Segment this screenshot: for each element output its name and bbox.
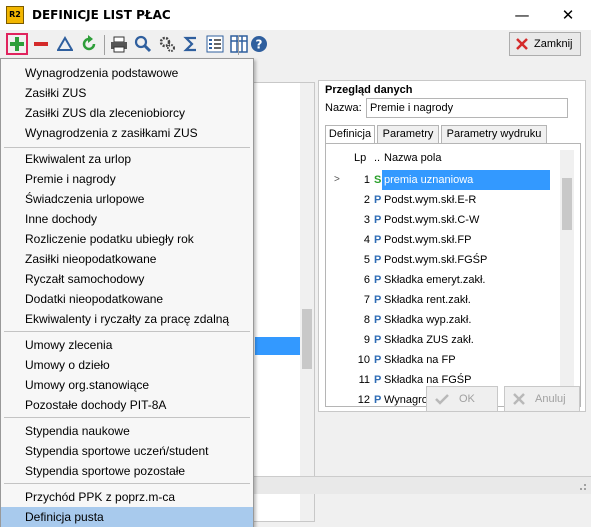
table-row[interactable]: 9 P Składka ZUS zakł.: [332, 330, 560, 350]
close-icon: [516, 38, 528, 50]
table-row[interactable]: > 1 S premia uznaniowa: [332, 170, 560, 190]
current-row-icon: >: [334, 174, 340, 185]
data-review-panel: Przegląd danych Nazwa: Premie i nagrody …: [318, 80, 586, 412]
table-row[interactable]: 4 P Podst.wym.skł.FP: [332, 230, 560, 250]
print-button[interactable]: [108, 33, 130, 55]
window-title: DEFINICJE LIST PŁAC: [32, 8, 171, 22]
list-scrollbar[interactable]: [300, 83, 314, 521]
menu-separator: [4, 331, 250, 332]
edit-button[interactable]: [54, 33, 76, 55]
menu-item[interactable]: Premie i nagrody: [1, 169, 253, 189]
menu-item[interactable]: Umowy o dzieło: [1, 355, 253, 375]
refresh-icon: [82, 35, 96, 51]
add-button[interactable]: [6, 33, 28, 55]
close-button-label: Zamknij: [534, 38, 573, 50]
menu-item[interactable]: Stypendia naukowe: [1, 421, 253, 441]
menu-separator: [4, 417, 250, 418]
ok-button-label: OK: [459, 393, 475, 405]
delete-button[interactable]: [30, 33, 52, 55]
resize-grip-icon: [580, 484, 586, 490]
columns-button[interactable]: [228, 33, 250, 55]
table-row[interactable]: 2 P Podst.wym.skł.E-R: [332, 190, 560, 210]
scrollbar-thumb[interactable]: [562, 178, 572, 230]
table-row[interactable]: 6 P Składka emeryt.zakł.: [332, 270, 560, 290]
menu-item[interactable]: Świadczenia urlopowe: [1, 189, 253, 209]
menu-item[interactable]: Pozostałe dochody PIT-8A: [1, 395, 253, 415]
svg-text:?: ?: [256, 38, 263, 52]
tab-parametry-wydruku[interactable]: Parametry wydruku: [441, 125, 547, 143]
toolbar: ? Zamknij: [0, 30, 591, 60]
scrollbar-thumb[interactable]: [302, 309, 312, 369]
plus-icon: [10, 37, 24, 51]
menu-item[interactable]: Zasiłki ZUS dla zleceniobiorcy: [1, 103, 253, 123]
table-row[interactable]: 8 P Składka wyp.zakł.: [332, 310, 560, 330]
menu-separator: [4, 483, 250, 484]
table-row[interactable]: 10 P Składka na FP: [332, 350, 560, 370]
menu-item[interactable]: Umowy org.stanowiące: [1, 375, 253, 395]
table-row[interactable]: 5 P Podst.wym.skł.FGŚP: [332, 250, 560, 270]
minus-icon: [34, 42, 48, 46]
menu-item[interactable]: Ekwiwalent za urlop: [1, 149, 253, 169]
column-list-button[interactable]: [204, 33, 226, 55]
sigma-icon: [183, 36, 196, 52]
fields-grid[interactable]: Lp .. Nazwa pola > 1 S premia uznaniowa …: [332, 150, 560, 406]
menu-separator: [4, 147, 250, 148]
checklist-icon: [206, 35, 224, 53]
menu-item[interactable]: Dodatki nieopodatkowane: [1, 289, 253, 309]
grid-columns-icon: [230, 35, 248, 53]
panel-title: Przegląd danych: [325, 84, 413, 96]
name-label: Nazwa:: [325, 102, 362, 114]
menu-item[interactable]: Rozliczenie podatku ubiegły rok: [1, 229, 253, 249]
menu-item-selected[interactable]: Definicja pusta: [1, 507, 253, 527]
fields-scrollbar[interactable]: [560, 150, 574, 386]
menu-item[interactable]: Stypendia sportowe uczeń/student: [1, 441, 253, 461]
menu-item[interactable]: Ekwiwalenty i ryczałty za pracę zdalną: [1, 309, 253, 329]
add-definition-menu: Wynagrodzenia podstawowe Zasiłki ZUS Zas…: [0, 58, 254, 527]
search-button[interactable]: [132, 33, 154, 55]
search-icon: [134, 35, 152, 53]
tab-parametry[interactable]: Parametry: [377, 125, 439, 143]
close-icon: [513, 393, 525, 405]
table-row[interactable]: 7 P Składka rent.zakł.: [332, 290, 560, 310]
header-name[interactable]: Nazwa pola: [384, 152, 441, 164]
menu-item[interactable]: Zasiłki ZUS: [1, 83, 253, 103]
name-field[interactable]: Premie i nagrody: [366, 98, 568, 118]
gears-icon: [159, 36, 175, 52]
menu-item[interactable]: Zasiłki nieopodatkowane: [1, 249, 253, 269]
menu-item[interactable]: Umowy zlecenia: [1, 335, 253, 355]
table-row[interactable]: 3 P Podst.wym.skł.C-W: [332, 210, 560, 230]
toolbar-separator: [104, 35, 105, 55]
sum-button[interactable]: [180, 33, 202, 55]
close-window-button[interactable]: ✕: [545, 0, 591, 30]
cancel-button[interactable]: Anuluj: [504, 386, 580, 412]
header-lp[interactable]: Lp: [354, 152, 366, 164]
menu-item[interactable]: Wynagrodzenia z zasiłkami ZUS: [1, 123, 253, 143]
triangle-icon: [57, 36, 73, 51]
help-icon: ?: [251, 36, 267, 52]
menu-item[interactable]: Przychód PPK z poprz.m-ca: [1, 487, 253, 507]
toolbar-separator: [238, 35, 239, 55]
title-bar: R2 DEFINICJE LIST PŁAC — ✕: [0, 0, 591, 30]
settings-button[interactable]: [156, 33, 178, 55]
menu-item[interactable]: Inne dochody: [1, 209, 253, 229]
menu-item[interactable]: Stypendia sportowe pozostałe: [1, 461, 253, 481]
tab-body: Lp .. Nazwa pola > 1 S premia uznaniowa …: [325, 143, 581, 407]
menu-item[interactable]: Wynagrodzenia podstawowe: [1, 63, 253, 83]
refresh-button[interactable]: [78, 33, 100, 55]
ok-button[interactable]: OK: [426, 386, 498, 412]
cancel-button-label: Anuluj: [535, 393, 566, 405]
help-button[interactable]: ?: [248, 33, 270, 55]
app-logo-icon: R2: [6, 6, 24, 24]
tab-definicja[interactable]: Definicja: [325, 125, 375, 144]
close-button[interactable]: Zamknij: [509, 32, 581, 56]
minimize-button[interactable]: —: [499, 0, 545, 30]
header-type[interactable]: ..: [374, 152, 380, 164]
printer-icon: [111, 36, 127, 53]
menu-item[interactable]: Ryczałt samochodowy: [1, 269, 253, 289]
check-icon: [435, 394, 449, 405]
